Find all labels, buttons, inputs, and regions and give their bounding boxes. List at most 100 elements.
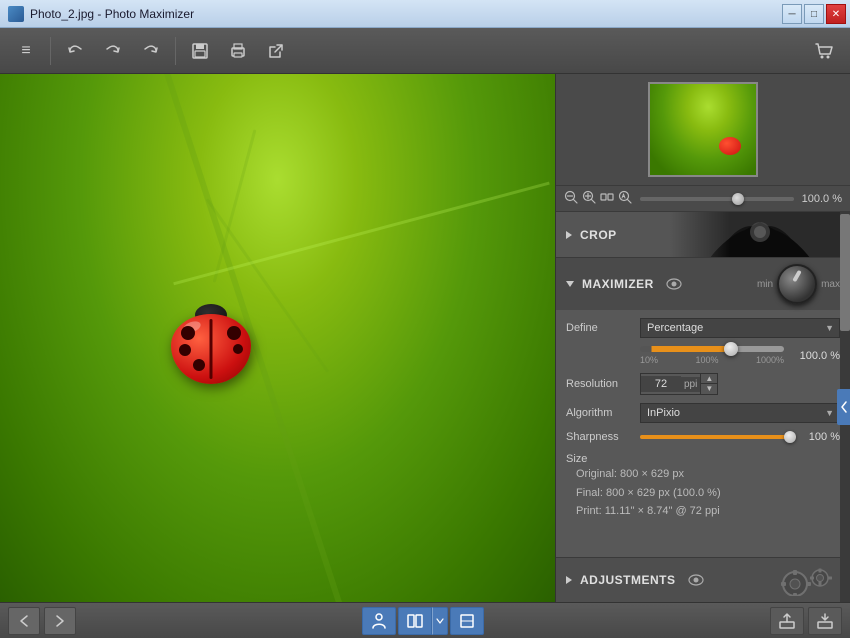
maximizer-expand-icon [566, 281, 574, 287]
redo-button-back[interactable] [95, 33, 131, 69]
size-section: Size Original: 800 × 629 px Final: 800 ×… [566, 451, 840, 521]
bottom-bar [0, 602, 850, 638]
sharpness-value: 100 % [802, 431, 840, 443]
resolution-row: Resolution ppi ▲ ▼ [566, 373, 840, 395]
size-info: Original: 800 × 629 px Final: 800 × 629 … [566, 465, 840, 521]
spinner-down[interactable]: ▼ [701, 384, 717, 394]
main-layout: 100.0 % [0, 74, 850, 602]
minimize-button[interactable]: ─ [782, 4, 802, 24]
final-label: Final: [576, 487, 603, 499]
ladybug-spot [179, 344, 191, 356]
title-buttons: ─ □ ✕ [782, 4, 846, 24]
adjustments-label: ADJUSTMENTS [580, 573, 676, 587]
export-button[interactable] [770, 607, 804, 635]
sharpness-row: Sharpness 100 % [566, 431, 840, 443]
final-size-row: Final: 800 × 629 px (100.0 %) [576, 484, 840, 503]
undo-button[interactable] [57, 33, 93, 69]
expand-panel-tab[interactable] [837, 389, 850, 425]
pct-display: 100.0 % [790, 350, 840, 362]
ladybug-spot [193, 359, 205, 371]
spinner-up[interactable]: ▲ [701, 374, 717, 384]
define-select[interactable]: Percentage Pixels Centimeters Inches [640, 318, 840, 338]
gears-decoration [770, 564, 840, 596]
zoom-slider[interactable] [640, 197, 794, 201]
algorithm-select[interactable]: InPixio Lanczos Bilinear [640, 403, 840, 423]
maximizer-knob[interactable] [777, 264, 817, 304]
slider-min-label: 10% [640, 355, 658, 365]
title-bar: Photo_2.jpg - Photo Maximizer ─ □ ✕ [0, 0, 850, 28]
pct-slider-thumb[interactable] [724, 342, 738, 356]
define-row: Define Percentage Pixels Centimeters Inc… [566, 318, 840, 338]
person-view-button[interactable] [362, 607, 396, 635]
resolution-input[interactable] [641, 376, 681, 392]
compare-dropdown[interactable] [432, 607, 448, 635]
main-image [0, 74, 555, 602]
menu-button[interactable]: ≡ [8, 33, 44, 69]
import-button[interactable] [808, 607, 842, 635]
crop-expand-icon [566, 231, 572, 239]
ladybug-spot [233, 344, 243, 354]
fit-icon[interactable] [600, 190, 614, 207]
define-label: Define [566, 322, 634, 334]
ladybug [171, 314, 251, 384]
ladybug-spot [227, 326, 241, 340]
min-label: min [757, 279, 773, 290]
percentage-slider-container: 10% 100% 1000% 100.0 % [566, 346, 840, 365]
save-button[interactable] [182, 33, 218, 69]
toolbar: ≡ [0, 28, 850, 74]
zoom-percentage: 100.0 % [802, 193, 842, 205]
pct-slider-track[interactable] [640, 346, 784, 352]
next-nav-button[interactable] [44, 607, 76, 635]
toolbar-separator-2 [175, 37, 176, 65]
print-size-row: Print: 11.11" × 8.74" @ 72 ppi [576, 502, 840, 521]
print-value: 11.11" × 8.74" @ 72 ppi [605, 505, 720, 517]
adjustments-expand-icon [566, 576, 572, 584]
zoom-in-icon[interactable] [582, 190, 596, 207]
cart-button[interactable] [806, 33, 842, 69]
thumbnail-image [650, 84, 756, 175]
spinner-arrows: ▲ ▼ [700, 374, 717, 394]
crop-section[interactable]: CROP [556, 212, 850, 258]
slider-max-label: 1000% [756, 355, 784, 365]
original-size-row: Original: 800 × 629 px [576, 465, 840, 484]
print-button[interactable] [220, 33, 256, 69]
share-button[interactable] [258, 33, 294, 69]
adjustments-eye-icon [688, 572, 704, 588]
ladybug-body [171, 314, 251, 384]
actual-size-icon[interactable] [618, 190, 632, 207]
adjustments-section[interactable]: ADJUSTMENTS [556, 557, 850, 602]
eye-icon [666, 276, 682, 292]
maximize-button[interactable]: □ [804, 4, 824, 24]
size-title: Size [566, 453, 587, 465]
resolution-label: Resolution [566, 378, 634, 390]
ladybug-line [209, 319, 212, 379]
zoom-slider-thumb[interactable] [732, 193, 744, 205]
compare-button[interactable] [398, 607, 432, 635]
crop-label: CROP [580, 228, 617, 242]
crop-view-button[interactable] [450, 607, 484, 635]
zoom-controls: 100.0 % [556, 186, 850, 212]
resolution-spinner: ppi ▲ ▼ [640, 373, 718, 395]
original-label: Original: [576, 468, 617, 480]
thumbnail-area [556, 74, 850, 186]
sharpness-thumb[interactable] [784, 431, 796, 443]
sharpness-slider[interactable] [640, 435, 796, 439]
maximizer-section[interactable]: MAXIMIZER min max [556, 258, 850, 310]
zoom-out-icon[interactable] [564, 190, 578, 207]
algorithm-label: Algorithm [566, 407, 634, 419]
prev-nav-button[interactable] [8, 607, 40, 635]
controls-area: Define Percentage Pixels Centimeters Inc… [556, 310, 850, 557]
slider-mid-label: 100% [695, 355, 718, 365]
image-panel: 100.0 % [0, 74, 555, 602]
print-label: Print: [576, 505, 602, 517]
right-panel-inner: CROP [556, 212, 850, 602]
right-panel: 100.0 % CROP [555, 74, 850, 602]
app-icon [8, 6, 24, 22]
close-button[interactable]: ✕ [826, 4, 846, 24]
maximizer-label: MAXIMIZER [582, 277, 654, 291]
slider-labels: 10% 100% 1000% [640, 355, 784, 365]
knob-area: min max [757, 264, 840, 304]
thumbnail-ladybug [719, 137, 741, 155]
thumbnail-box [648, 82, 758, 177]
redo-button[interactable] [133, 33, 169, 69]
